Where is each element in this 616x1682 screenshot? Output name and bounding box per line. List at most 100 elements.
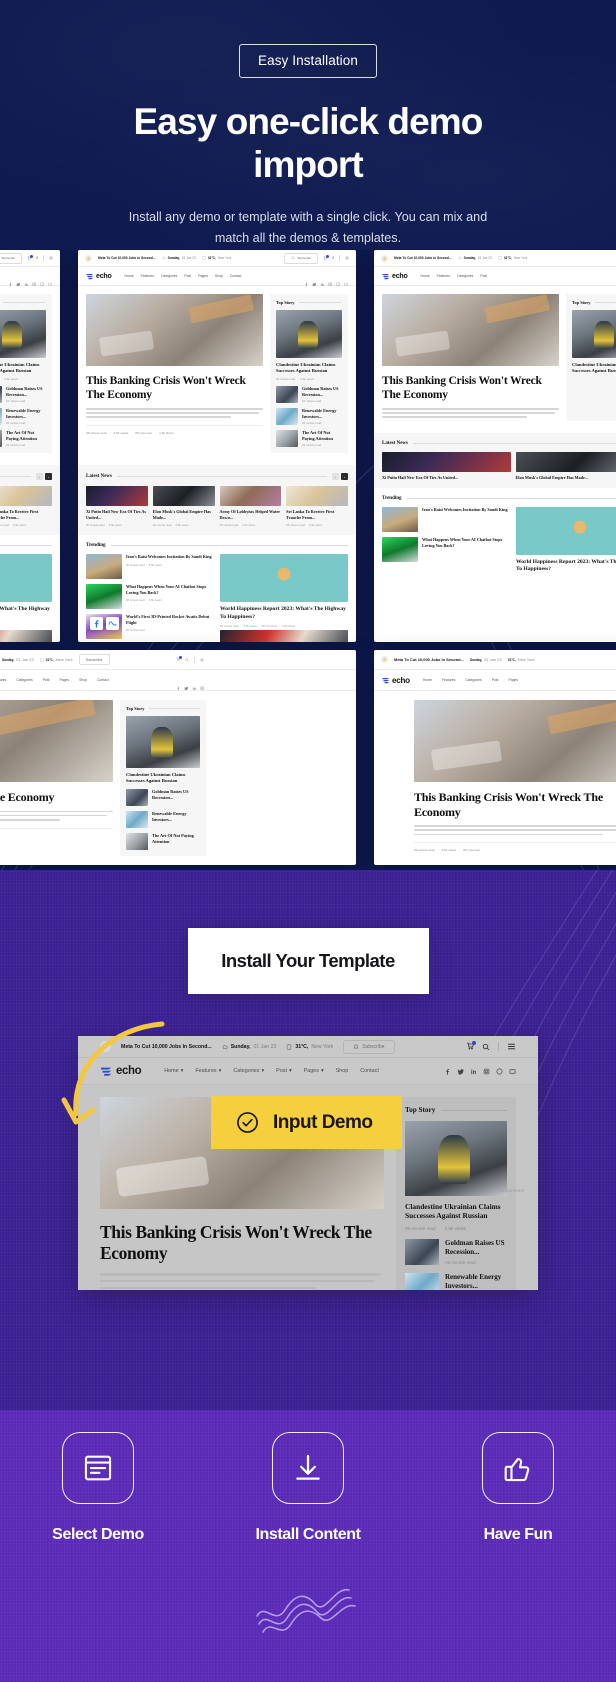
facebook-icon[interactable]: [8, 274, 13, 287]
twitter-icon[interactable]: [311, 274, 317, 287]
trending-row[interactable]: Iran's Raisi Welcomes Invitation By Saud…: [382, 507, 510, 533]
trending-row[interactable]: What Happens When Your AI Chatbot Stops …: [382, 537, 510, 563]
nav-item[interactable]: Home: [421, 274, 430, 278]
demo-screenshot-card[interactable]: ⚡ Meta To Cut 10,000 Jobs In Second... S…: [78, 250, 356, 642]
news-card[interactable]: Sri Lanka To Receive First Tranche From.…: [286, 486, 348, 527]
demo-screenshot-card[interactable]: ⚡ Meta To Cut 10,000 Jobs In Second... S…: [374, 650, 616, 865]
linkedin-icon[interactable]: [470, 1068, 477, 1075]
sidebar-list-item[interactable]: Goldman Raises US Recession... 06 minute…: [0, 385, 46, 403]
nav-item[interactable]: Pages ▾: [304, 1068, 324, 1074]
sidebar-list-item[interactable]: The Art Of Not Paying Attention 06 minut…: [276, 430, 342, 447]
sidebar-list-item[interactable]: Renewable Energy Investors... 06 minute …: [405, 1272, 507, 1290]
subscribe-button[interactable]: Subscribe: [0, 252, 23, 264]
nav-item[interactable]: Features: [141, 274, 154, 278]
prev-arrow-button[interactable]: ‹: [36, 473, 43, 481]
sidebar-list-item[interactable]: Goldman Raises US Recession... 06 minute…: [405, 1238, 507, 1265]
nav-item[interactable]: Shop: [215, 274, 223, 278]
facebook-icon[interactable]: [444, 1068, 451, 1075]
behance-icon[interactable]: [343, 274, 349, 286]
meta-badge-icon[interactable]: [106, 617, 119, 630]
pinterest-icon[interactable]: [39, 274, 45, 287]
nav-item[interactable]: Categories ▾: [233, 1068, 264, 1074]
nav-item[interactable]: Features ▾: [195, 1068, 221, 1074]
subscribe-button[interactable]: Subscribe: [284, 252, 319, 264]
sidebar-list-item[interactable]: Renewable Energy Investors...: [126, 810, 200, 828]
cart-button[interactable]: [466, 1040, 476, 1052]
nav-item[interactable]: Features: [437, 274, 450, 278]
hamburger-icon[interactable]: [49, 256, 53, 260]
nav-item[interactable]: Post ▾: [276, 1068, 292, 1074]
nav-item[interactable]: Contact: [230, 274, 242, 278]
nav-item[interactable]: Categories: [465, 678, 481, 682]
instagram-icon[interactable]: [328, 274, 333, 287]
nav-item[interactable]: Post: [480, 274, 487, 278]
nav-item[interactable]: Pages: [509, 678, 519, 682]
install-your-template-card[interactable]: Install Your Template: [187, 928, 429, 994]
nav-item[interactable]: Contact: [97, 678, 109, 682]
twitter-icon[interactable]: [457, 1068, 464, 1075]
twitter-icon[interactable]: [15, 274, 21, 287]
site-logo[interactable]: echo: [382, 676, 410, 685]
cart-button[interactable]: [176, 656, 182, 662]
demo-screenshot-card[interactable]: ⚡ Meta To Cut 10,000 Jobs In Second... S…: [0, 650, 356, 865]
sidebar-list-item[interactable]: Goldman Raises US Recession...: [126, 788, 200, 806]
next-arrow-button[interactable]: ›: [45, 473, 52, 481]
cart-button[interactable]: [27, 254, 34, 261]
facebook-badge-icon[interactable]: [90, 617, 103, 630]
linkedin-icon[interactable]: [24, 274, 29, 287]
nav-item[interactable]: Pages: [198, 274, 208, 278]
nav-item[interactable]: Features: [442, 678, 455, 682]
news-card[interactable]: Army Of Lobbyists Helped Water Down... 0…: [219, 486, 282, 527]
nav-item[interactable]: Categories: [457, 274, 473, 278]
nav-item[interactable]: Contact: [360, 1068, 379, 1074]
pinterest-icon[interactable]: [335, 274, 341, 287]
nav-item[interactable]: Features: [0, 678, 6, 682]
nav-item[interactable]: Shop: [336, 1068, 349, 1074]
nav-item[interactable]: Categories: [16, 678, 32, 682]
feature-select-demo[interactable]: Select Demo: [38, 1432, 158, 1544]
nav-item[interactable]: Post: [43, 678, 50, 682]
hamburger-icon[interactable]: [507, 1042, 516, 1051]
news-card[interactable]: Elon Musk's Global Empire Has Made... 06…: [152, 486, 215, 527]
nav-item[interactable]: Pages: [60, 678, 70, 682]
instagram-icon[interactable]: [32, 274, 37, 287]
instagram-icon[interactable]: [483, 1068, 490, 1075]
hamburger-icon[interactable]: [345, 256, 349, 260]
prev-arrow-button[interactable]: ‹: [332, 473, 339, 481]
behance-icon[interactable]: [47, 274, 53, 286]
sidebar-list-item[interactable]: Renewable Energy Investors... 06 minute …: [276, 408, 342, 425]
news-card[interactable]: Xi Putin Hail New Era Of Ties As United.…: [86, 486, 148, 527]
instagram-icon[interactable]: [200, 678, 205, 691]
nav-item[interactable]: Home: [423, 678, 432, 682]
linkedin-icon[interactable]: [320, 274, 325, 287]
twitter-icon[interactable]: [184, 678, 189, 691]
trending-row[interactable]: What Happens When Your AI Chatbot Stops …: [86, 584, 214, 610]
search-icon[interactable]: [185, 657, 189, 662]
trending-feature-title[interactable]: World Happiness Report 2023: What's The …: [220, 606, 348, 621]
news-card[interactable]: Xi Putin Hail New Era Of Ties As United.…: [382, 451, 511, 480]
top-story-title[interactable]: Clandestine Ukrainian Claims Successes A…: [572, 362, 616, 374]
trending-row[interactable]: Iran's Raisi Welcomes Invitation By Saud…: [86, 554, 214, 580]
nav-item[interactable]: Shop: [79, 678, 87, 682]
nav-item[interactable]: Post: [184, 274, 191, 278]
next-arrow-button[interactable]: ›: [341, 473, 348, 481]
sidebar-list-item[interactable]: The Art Of Not Paying Attention 06 minut…: [0, 430, 46, 447]
sidebar-list-item[interactable]: Renewable Energy Investors... 06 minute …: [0, 408, 46, 425]
demo-screenshot-card[interactable]: ⚡ Meta To Cut 10,000 Jobs In Second... S…: [0, 250, 60, 642]
nav-item[interactable]: Categories: [161, 274, 177, 278]
subscribe-button[interactable]: Subscribe: [78, 654, 110, 665]
input-demo-badge[interactable]: Input Demo: [211, 1096, 402, 1149]
trending-feature-title[interactable]: World Happiness Report 2023: What's The …: [0, 606, 52, 621]
top-story-title[interactable]: Clandestine Ukrainian Claims Successes A…: [0, 362, 46, 374]
nav-item[interactable]: Post: [492, 678, 499, 682]
top-story-title[interactable]: Clandestine Ukrainian Claims Successes A…: [405, 1202, 507, 1221]
news-card[interactable]: Sri Lanka To Receive First Tranche From.…: [0, 486, 52, 527]
cart-button[interactable]: [323, 254, 330, 261]
linkedin-icon[interactable]: [192, 678, 197, 691]
demo-screenshot-card[interactable]: ⚡ Meta To Cut 10,000 Jobs In Second... S…: [374, 250, 616, 642]
facebook-icon[interactable]: [304, 274, 309, 287]
site-logo[interactable]: echo: [86, 273, 112, 280]
top-story-title[interactable]: Clandestine Ukrainian Claims Successes A…: [276, 362, 342, 374]
trending-feature-title[interactable]: World Happiness Report 2023: What's The …: [516, 559, 616, 574]
subscribe-button[interactable]: Subscribe: [343, 1039, 395, 1054]
